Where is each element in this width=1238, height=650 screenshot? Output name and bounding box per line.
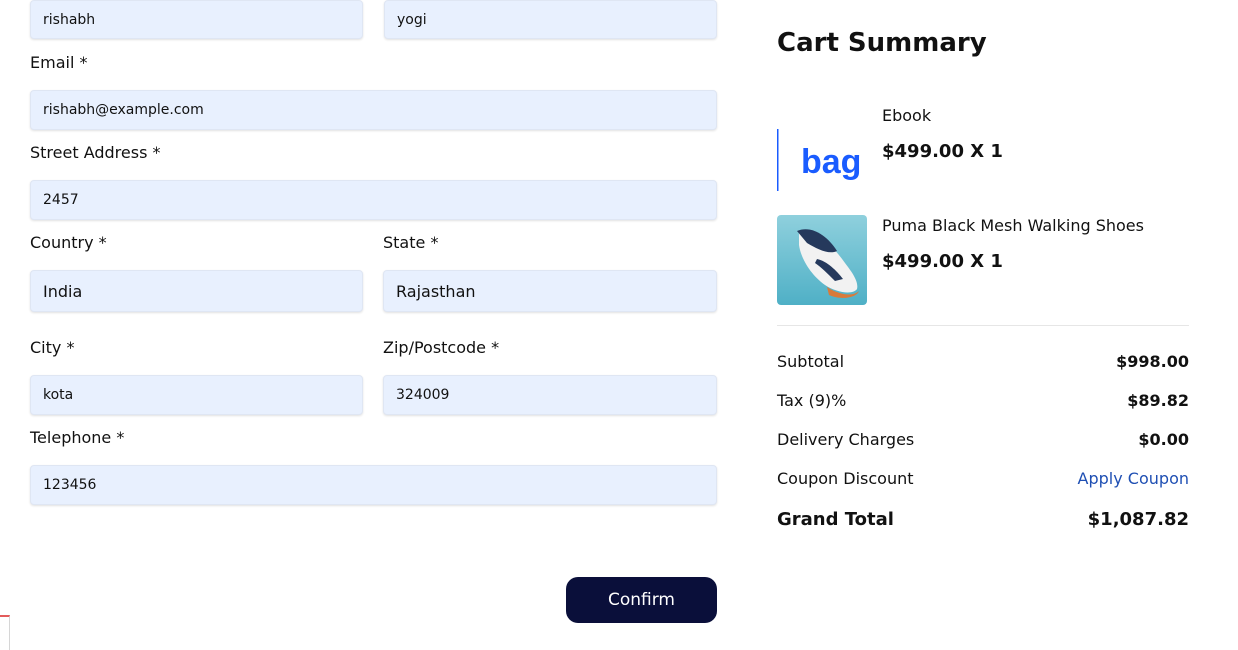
last-name-input[interactable]: yogi	[384, 0, 717, 39]
email-input[interactable]: rishabh@example.com	[30, 90, 717, 130]
subtotal-label: Subtotal	[777, 352, 845, 371]
delivery-value: $0.00	[1138, 430, 1189, 449]
telephone-label: Telephone *	[30, 428, 125, 447]
telephone-input[interactable]: 123456	[30, 465, 717, 505]
delivery-label: Delivery Charges	[777, 430, 915, 449]
state-select[interactable]: Rajasthan	[383, 270, 717, 312]
street-address-label: Street Address *	[30, 143, 161, 162]
country-label: Country *	[30, 233, 107, 252]
subtotal-row: Subtotal $998.00	[777, 352, 1189, 371]
country-select[interactable]: India	[30, 270, 363, 312]
subtotal-value: $998.00	[1116, 352, 1189, 371]
shoe-thumbnail	[777, 215, 867, 305]
street-address-input[interactable]: 2457	[30, 180, 717, 220]
cart-item-price: $499.00 X 1	[882, 251, 1003, 272]
ebook-thumbnail: bag	[777, 105, 867, 195]
zip-input[interactable]: 324009	[383, 375, 717, 415]
cart-summary-title: Cart Summary	[777, 28, 987, 58]
first-name-input[interactable]: rishabh	[30, 0, 363, 39]
tax-value: $89.82	[1127, 391, 1189, 410]
cart-item-name: Puma Black Mesh Walking Shoes	[882, 216, 1144, 235]
city-input[interactable]: kota	[30, 375, 363, 415]
grand-total-label: Grand Total	[777, 509, 894, 530]
tax-row: Tax (9)% $89.82	[777, 391, 1189, 410]
confirm-button[interactable]: Confirm	[566, 577, 717, 623]
cart-item-price: $499.00 X 1	[882, 141, 1003, 162]
tax-label: Tax (9)%	[777, 391, 847, 410]
grand-total-value: $1,087.82	[1087, 509, 1189, 530]
state-label: State *	[383, 233, 439, 252]
coupon-label: Coupon Discount	[777, 469, 914, 488]
apply-coupon-link[interactable]: Apply Coupon	[1078, 469, 1189, 488]
grand-total-row: Grand Total $1,087.82	[777, 509, 1189, 530]
cart-item-name: Ebook	[882, 106, 932, 125]
zip-label: Zip/Postcode *	[383, 338, 500, 357]
summary-divider	[777, 325, 1189, 326]
delivery-row: Delivery Charges $0.00	[777, 430, 1189, 449]
corner-widget	[0, 615, 10, 650]
bag-logo: bag	[801, 143, 861, 181]
email-label: Email *	[30, 53, 88, 72]
coupon-row: Coupon Discount Apply Coupon	[777, 469, 1189, 488]
city-label: City *	[30, 338, 75, 357]
